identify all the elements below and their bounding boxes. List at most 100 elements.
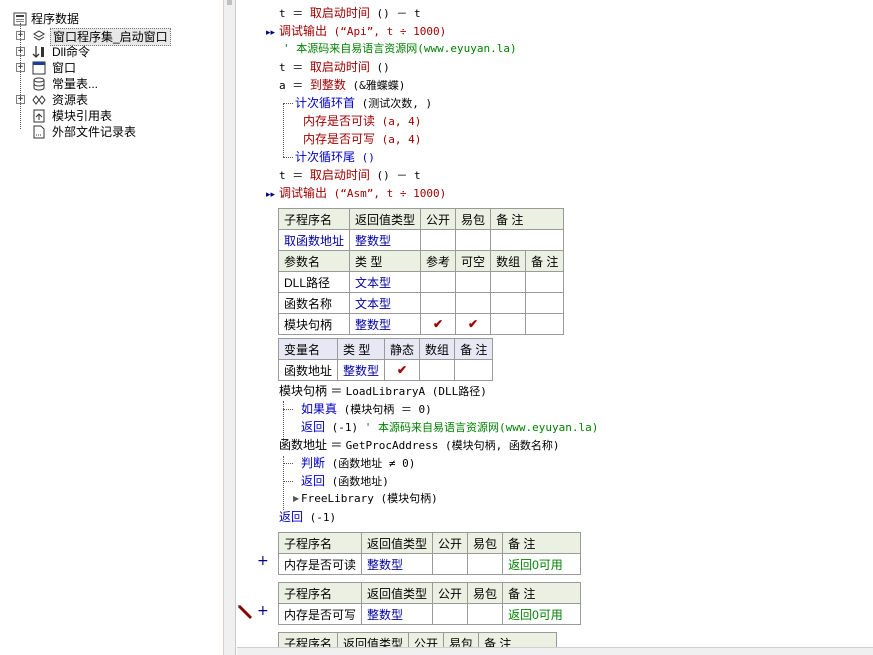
checkmark-icon[interactable] <box>420 292 457 314</box>
expand-plus-icon[interactable]: + <box>257 553 269 569</box>
sub-name-cell[interactable]: 内存是否可读 <box>277 553 363 575</box>
header-cell: 备 注 <box>490 208 565 230</box>
code-line[interactable]: t ＝ 取启动时间 () － t <box>279 4 421 22</box>
code-line[interactable]: FreeLibrary (模块句柄) <box>301 490 438 508</box>
header-cell: 公开 <box>432 582 469 604</box>
table-cell[interactable] <box>467 553 504 575</box>
table-cell[interactable] <box>525 271 565 293</box>
tree-item-label: 资源表 <box>52 93 89 107</box>
table-cell[interactable] <box>454 359 494 381</box>
param-name-cell[interactable]: 模块句柄 <box>277 313 351 335</box>
checkmark-icon[interactable] <box>455 271 492 293</box>
code-line[interactable]: 返回 (函数地址) <box>301 472 389 490</box>
judge-connector <box>283 456 284 510</box>
code-line[interactable]: 计次循环首 (测试次数, ) <box>295 94 432 112</box>
header-cell: 数组 <box>419 338 456 360</box>
code-line[interactable]: 如果真 (模块句柄 ＝ 0) <box>301 400 432 418</box>
table-cell[interactable] <box>467 603 504 625</box>
param-type-cell[interactable]: 整数型 <box>349 313 422 335</box>
table-row[interactable]: 函数地址 整数型 ✔ <box>277 359 494 381</box>
table-cell[interactable] <box>490 313 527 335</box>
header-cell: 参考 <box>420 250 457 272</box>
checkmark-icon[interactable]: ✔ <box>420 313 457 335</box>
param-header-row: 参数名 类 型 参考 可空 数组 备 注 <box>277 250 565 272</box>
loop-connector <box>283 103 293 104</box>
tree-item-label: 模块引用表 <box>52 109 113 123</box>
table-cell[interactable] <box>490 229 565 251</box>
table-header-row: 变量名 类 型 静态 数组 备 注 <box>277 338 494 360</box>
code-line[interactable]: 计次循环尾 () <box>295 148 375 166</box>
table-cell[interactable] <box>420 229 457 251</box>
code-line[interactable]: 模块句柄 ＝ LoadLibraryA (DLL路径) <box>279 382 487 400</box>
param-type-cell[interactable]: 文本型 <box>349 292 422 314</box>
sub-name-cell[interactable]: 内存是否可写 <box>277 603 363 625</box>
header-cell: 类 型 <box>337 338 386 360</box>
panel-splitter[interactable] <box>224 0 236 655</box>
code-line[interactable]: 调试输出 (“Api”, t ÷ 1000) <box>279 22 446 40</box>
var-type-cell[interactable]: 整数型 <box>337 359 386 381</box>
remark-cell[interactable]: 返回0可用 <box>502 553 582 575</box>
table-header-row: 子程序名 返回值类型 公开 易包 备 注 <box>277 532 582 554</box>
tree-item-label: 窗口 <box>52 61 77 75</box>
remark-cell[interactable]: 返回0可用 <box>502 603 582 625</box>
return-type-cell[interactable]: 整数型 <box>361 553 434 575</box>
expand-plus-icon[interactable]: + <box>257 603 269 619</box>
checkmark-icon[interactable]: ✔ <box>384 359 421 381</box>
code-editor[interactable]: t ＝ 取启动时间 () － t ▸▸ 调试输出 (“Api”, t ÷ 100… <box>237 0 873 655</box>
table-cell[interactable] <box>432 603 469 625</box>
subroutine-table[interactable]: 子程序名 返回值类型 公开 易包 备 注 取函数地址 整数型 参数名 类 型 参… <box>277 208 565 335</box>
header-cell: 子程序名 <box>277 582 363 604</box>
table-row[interactable]: 内存是否可读 整数型 返回0可用 <box>277 553 582 575</box>
assembly-icon <box>33 30 45 41</box>
code-line[interactable]: 内存是否可写 (a, 4) <box>303 130 421 148</box>
table-row[interactable]: 模块句柄 整数型 ✔ ✔ <box>277 313 565 335</box>
horizontal-scrollbar[interactable] <box>237 647 873 655</box>
table-cell[interactable] <box>490 271 527 293</box>
code-line[interactable]: 内存是否可读 (a, 4) <box>303 112 421 130</box>
code-line[interactable]: t ＝ 取启动时间 () <box>279 58 390 76</box>
comment-line[interactable]: ' 本源码来自易语言资源网(www.eyuyan.la) <box>283 40 517 58</box>
code-line[interactable]: 返回 (-1) <box>279 508 336 526</box>
run-arrow-icon: ▸▸ <box>266 27 276 37</box>
program-data-tree: 程序数据 + 窗口程序集_启动窗口 + Dll命令 + 窗口 常量表... + … <box>0 0 224 655</box>
code-line[interactable]: 判断 (函数地址 ≠ 0) <box>301 454 415 472</box>
var-name-cell[interactable]: 函数地址 <box>277 359 339 381</box>
param-type-cell[interactable]: 文本型 <box>349 271 422 293</box>
table-cell[interactable] <box>455 229 492 251</box>
table-header-row: 子程序名 返回值类型 公开 易包 备 注 <box>277 208 565 230</box>
table-row[interactable]: 取函数地址 整数型 <box>277 229 565 251</box>
constant-table-icon <box>33 77 45 91</box>
subroutine-table[interactable]: 子程序名 返回值类型 公开 易包 备 注 内存是否可读 整数型 返回0可用 <box>277 532 582 575</box>
checkmark-icon[interactable] <box>455 292 492 314</box>
code-line[interactable]: t ＝ 取启动时间 () － t <box>279 166 421 184</box>
checkmark-icon[interactable] <box>420 271 457 293</box>
local-variable-table[interactable]: 变量名 类 型 静态 数组 备 注 函数地址 整数型 ✔ <box>277 338 494 381</box>
sub-name-cell[interactable]: 取函数地址 <box>277 229 351 251</box>
table-row[interactable]: 内存是否可写 整数型 返回0可用 <box>277 603 582 625</box>
table-row[interactable]: DLL路径 文本型 <box>277 271 565 293</box>
header-cell: 类 型 <box>349 250 422 272</box>
header-cell: 参数名 <box>277 250 351 272</box>
code-line[interactable]: 返回 (-1) ' 本源码来自易语言资源网(www.eyuyan.la) <box>301 418 598 436</box>
param-name-cell[interactable]: 函数名称 <box>277 292 351 314</box>
subroutine-table[interactable]: 子程序名 返回值类型 公开 易包 备 注 内存是否可写 整数型 返回0可用 <box>277 582 582 625</box>
table-row[interactable]: 函数名称 文本型 <box>277 292 565 314</box>
return-type-cell[interactable]: 整数型 <box>349 229 422 251</box>
branch-arrow-icon: ▶ <box>293 494 300 503</box>
table-cell[interactable] <box>432 553 469 575</box>
table-cell[interactable] <box>525 292 565 314</box>
table-cell[interactable] <box>525 313 565 335</box>
code-line[interactable]: 调试输出 (“Asm”, t ÷ 1000) <box>279 184 446 202</box>
return-type-cell[interactable]: 整数型 <box>361 603 434 625</box>
code-line[interactable]: 函数地址 ＝ GetProcAddress (模块句柄, 函数名称) <box>279 436 560 454</box>
param-name-cell[interactable]: DLL路径 <box>277 271 351 293</box>
tree-connector <box>20 23 21 129</box>
table-cell[interactable] <box>490 292 527 314</box>
checkmark-icon[interactable]: ✔ <box>455 313 492 335</box>
table-cell[interactable] <box>419 359 456 381</box>
code-line[interactable]: a ＝ 到整数 (&雅蝶蝶) <box>279 76 405 94</box>
table-header-row: 子程序名 返回值类型 公开 易包 备 注 <box>277 582 582 604</box>
splitter-grip[interactable] <box>227 0 232 5</box>
header-cell: 变量名 <box>277 338 339 360</box>
judge-connector <box>283 481 293 482</box>
